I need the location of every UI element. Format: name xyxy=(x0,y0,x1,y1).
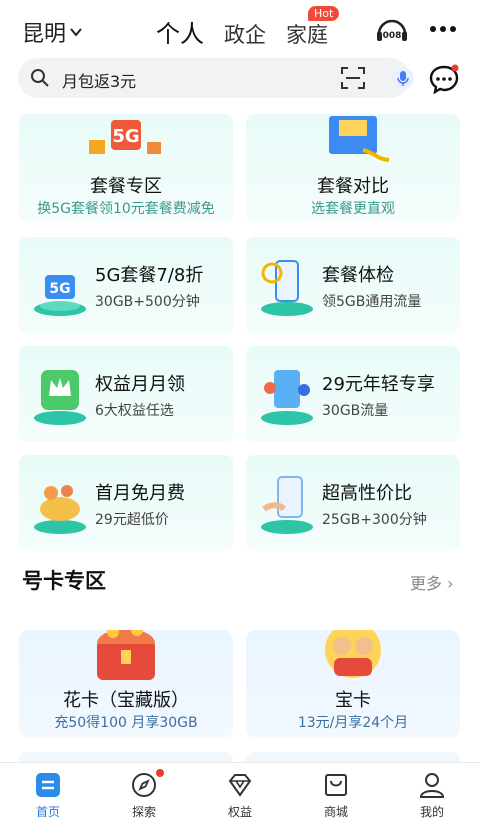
city-selector[interactable]: 昆明 xyxy=(22,16,82,48)
city-label: 昆明 xyxy=(22,22,67,47)
nav-mine[interactable]: 我的 xyxy=(384,763,480,824)
phone-check-icon xyxy=(261,260,313,316)
phone-hand-icon xyxy=(261,476,313,534)
compass-icon xyxy=(132,773,156,797)
family-celebrate-icon xyxy=(325,630,381,678)
search-bar[interactable]: 月包返3元 xyxy=(18,58,414,98)
card-title: 首月免月费 xyxy=(95,483,185,504)
card-subtitle: 30GB+500分钟 xyxy=(95,294,200,310)
more-menu-icon[interactable] xyxy=(430,26,456,32)
card-title: 超高性价比 xyxy=(322,483,412,504)
card-subtitle: 29元超低价 xyxy=(95,512,169,528)
hot-badge: Hot xyxy=(308,6,340,21)
shopping-bag-icon xyxy=(325,774,347,796)
card-title: 宝卡 xyxy=(335,690,371,711)
card-title: 29元年轻专享 xyxy=(322,374,435,395)
home-icon xyxy=(36,773,60,797)
search-query: 月包返3元 xyxy=(62,72,137,91)
card-subtitle: 13元/月享24个月 xyxy=(297,715,409,731)
card-title: 套餐对比 xyxy=(317,176,389,197)
crown-icon xyxy=(34,370,86,425)
treasure-chest-icon xyxy=(97,630,155,680)
card-title: 套餐专区 xyxy=(90,176,162,197)
card-bao-card[interactable]: 宝卡 13元/月享24个月 xyxy=(246,630,460,738)
card-title: 花卡（宝藏版） xyxy=(63,690,189,711)
tab-personal[interactable]: 个人 xyxy=(156,14,204,49)
card-subtitle: 25GB+300分钟 xyxy=(322,512,427,528)
card-subtitle: 选套餐更直观 xyxy=(311,201,395,217)
user-icon xyxy=(419,773,445,798)
card-subtitle: 6大权益任选 xyxy=(95,403,174,419)
card-title: 权益月月领 xyxy=(95,374,185,395)
bottom-navigation: 首页 探索 权益 商城 我的 xyxy=(0,762,480,824)
5g-gift-icon: 5G xyxy=(89,120,161,154)
nav-label: 首页 xyxy=(35,805,60,819)
card-plan-checkup[interactable]: 套餐体检 领5GB通用流量 xyxy=(246,237,460,333)
nav-label: 商城 xyxy=(323,805,348,819)
chevron-down-icon xyxy=(70,28,82,37)
card-subtitle: 30GB流量 xyxy=(322,403,389,419)
card-subtitle: 领5GB通用流量 xyxy=(322,294,422,310)
card-title: 5G套餐7/8折 xyxy=(95,265,204,286)
card-plan-compare[interactable]: 套餐对比 选套餐更直观 xyxy=(246,114,460,221)
svg-text:5G: 5G xyxy=(49,281,70,297)
message-icon[interactable] xyxy=(428,64,460,94)
young-people-icon xyxy=(261,370,313,425)
section-title: 号卡专区 xyxy=(22,569,106,593)
compare-box-icon xyxy=(329,116,390,162)
card-high-value[interactable]: 超高性价比 25GB+300分钟 xyxy=(246,455,460,551)
top-bar: 昆明 个人 政企 家庭 Hot 10086 xyxy=(0,0,480,60)
nav-label: 我的 xyxy=(419,805,444,819)
nav-label: 探索 xyxy=(131,805,156,819)
scan-icon[interactable] xyxy=(340,66,366,90)
more-link[interactable]: 更多 › xyxy=(410,570,454,594)
customer-service-icon[interactable]: 10086 xyxy=(374,14,410,50)
card-subtitle: 换5G套餐领10元套餐费减免 xyxy=(37,201,215,217)
card-youth-plan[interactable]: 29元年轻专享 30GB流量 xyxy=(246,346,460,442)
card-monthly-benefits[interactable]: 权益月月领 6大权益任选 xyxy=(19,346,233,442)
category-tabs: 个人 政企 家庭 Hot xyxy=(156,6,340,49)
tab-enterprise[interactable]: 政企 xyxy=(224,19,266,49)
nav-explore[interactable]: 探索 xyxy=(96,763,192,824)
card-hua-card[interactable]: 花卡（宝藏版） 充50得100 月享30GB xyxy=(19,630,233,738)
card-title: 套餐体检 xyxy=(322,265,394,286)
microphone-icon[interactable] xyxy=(392,67,414,89)
card-plan-zone[interactable]: 5G 套餐专区 换5G套餐领10元套餐费减免 xyxy=(19,114,233,221)
card-5g-discount[interactable]: 5G 5G套餐7/8折 30GB+500分钟 xyxy=(19,237,233,333)
5g-signal-icon: 5G xyxy=(34,275,86,316)
svg-text:5G: 5G xyxy=(112,126,139,147)
nav-benefits[interactable]: 权益 xyxy=(192,763,288,824)
diamond-icon xyxy=(228,774,252,797)
nav-home[interactable]: 首页 xyxy=(0,763,96,824)
gift-basket-icon xyxy=(34,485,86,534)
notification-dot xyxy=(155,769,164,777)
tab-family-label: 家庭 xyxy=(286,23,328,47)
card-subtitle: 充50得100 月享30GB xyxy=(54,715,198,731)
nav-mall[interactable]: 商城 xyxy=(288,763,384,824)
nav-label: 权益 xyxy=(227,805,252,819)
search-icon xyxy=(31,69,49,87)
card-first-month-free[interactable]: 首月免月费 29元超低价 xyxy=(19,455,233,551)
tab-family[interactable]: 家庭 Hot xyxy=(286,6,340,49)
service-number: 10086 xyxy=(376,31,407,41)
